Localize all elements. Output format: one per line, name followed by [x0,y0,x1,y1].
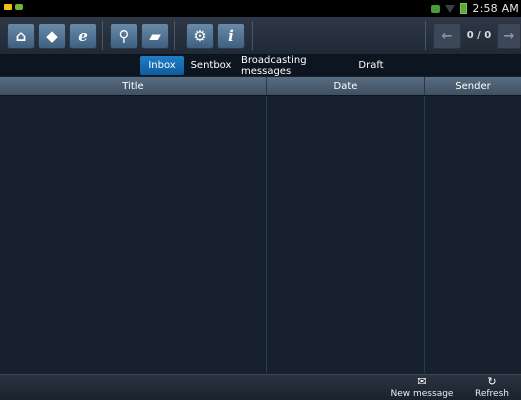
toolbar-divider [425,21,426,50]
status-right: 2:58 AM [431,0,519,17]
next-page-button[interactable]: → [497,23,521,49]
mail-notification-icon [4,4,12,10]
arrow-left-icon: ← [441,28,453,44]
envelope-icon: ✉ [417,375,427,388]
column-line [424,96,425,373]
tab-sentbox[interactable]: Sentbox [189,56,233,75]
toolbar-divider [174,21,175,50]
status-bar: 2:58 AM [0,0,521,17]
chat-notification-icon [15,4,23,10]
refresh-button[interactable]: ↻ Refresh [468,375,516,400]
tag-button[interactable]: ◆ [38,23,66,49]
chat-bubble-icon: ▰ [149,27,161,45]
antenna-button[interactable]: ⚲ [110,23,138,49]
browser-e-icon: e [78,27,88,45]
tab-broadcasting-messages[interactable]: Broadcasting messages [241,55,349,77]
message-list[interactable] [0,96,521,373]
arrow-right-icon: → [503,28,515,44]
home-button[interactable]: ⌂ [7,23,35,49]
battery-icon [460,3,468,14]
chat-button[interactable]: ▰ [141,23,169,49]
bottom-action-bar: ✉ New message ↻ Refresh [0,374,521,400]
refresh-icon: ↻ [487,375,497,388]
gear-icon: ⚙ [193,27,207,45]
info-icon: i [228,27,234,45]
info-button[interactable]: i [217,23,245,49]
home-icon: ⌂ [15,27,27,45]
browser-button[interactable]: e [69,23,97,49]
tag-icon: ◆ [46,27,58,45]
message-tabs: Inbox Sentbox Broadcasting messages Draf… [0,55,521,77]
antenna-icon: ⚲ [118,27,130,45]
refresh-label: Refresh [475,389,509,399]
wifi-icon [445,4,456,13]
tab-inbox[interactable]: Inbox [140,56,184,75]
status-time: 2:58 AM [472,2,519,15]
sync-icon [431,4,441,13]
new-message-label: New message [390,389,454,399]
tab-draft[interactable]: Draft [353,56,389,75]
table-header: Title Date Sender [0,77,521,96]
settings-button[interactable]: ⚙ [186,23,214,49]
column-line [266,96,267,373]
column-header-title[interactable]: Title [0,77,266,95]
toolbar-divider [252,21,253,50]
page-indicator: 0 / 0 [466,29,492,41]
toolbar: ⌂ ◆ e ⚲ ▰ ⚙ i ← 0 / 0 → [0,17,521,55]
status-left-icons [4,4,23,10]
prev-page-button[interactable]: ← [433,23,461,49]
column-header-sender[interactable]: Sender [425,77,521,95]
toolbar-divider [102,21,103,50]
column-header-date[interactable]: Date [267,77,424,95]
new-message-button[interactable]: ✉ New message [384,375,460,400]
